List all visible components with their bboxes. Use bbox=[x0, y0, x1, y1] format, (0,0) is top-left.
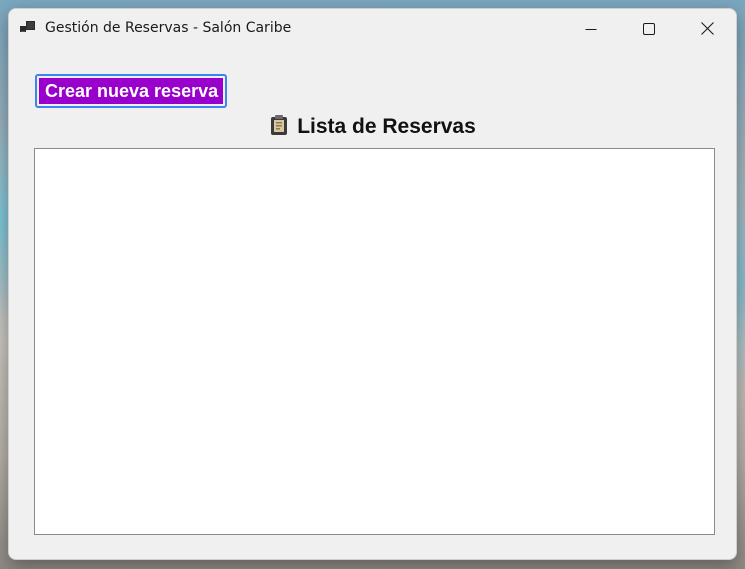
app-window: Gestión de Reservas - Salón Caribe Crear… bbox=[8, 8, 737, 560]
close-icon bbox=[700, 20, 714, 39]
window-title: Gestión de Reservas - Salón Caribe bbox=[45, 20, 292, 36]
maximize-icon bbox=[643, 20, 655, 39]
close-button[interactable] bbox=[678, 9, 736, 49]
clipboard-icon bbox=[269, 114, 289, 140]
minimize-button[interactable] bbox=[562, 9, 620, 49]
list-title: Lista de Reservas bbox=[297, 115, 476, 138]
create-reservation-button[interactable]: Crear nueva reserva bbox=[35, 74, 228, 108]
list-header: Lista de Reservas bbox=[9, 114, 736, 142]
create-reservation-label: Crear nueva reserva bbox=[39, 78, 224, 104]
reservations-list[interactable] bbox=[34, 148, 715, 535]
minimize-icon bbox=[585, 20, 597, 39]
title-bar[interactable]: Gestión de Reservas - Salón Caribe bbox=[9, 9, 736, 49]
maximize-button[interactable] bbox=[620, 9, 678, 49]
app-window-icon bbox=[20, 20, 36, 36]
